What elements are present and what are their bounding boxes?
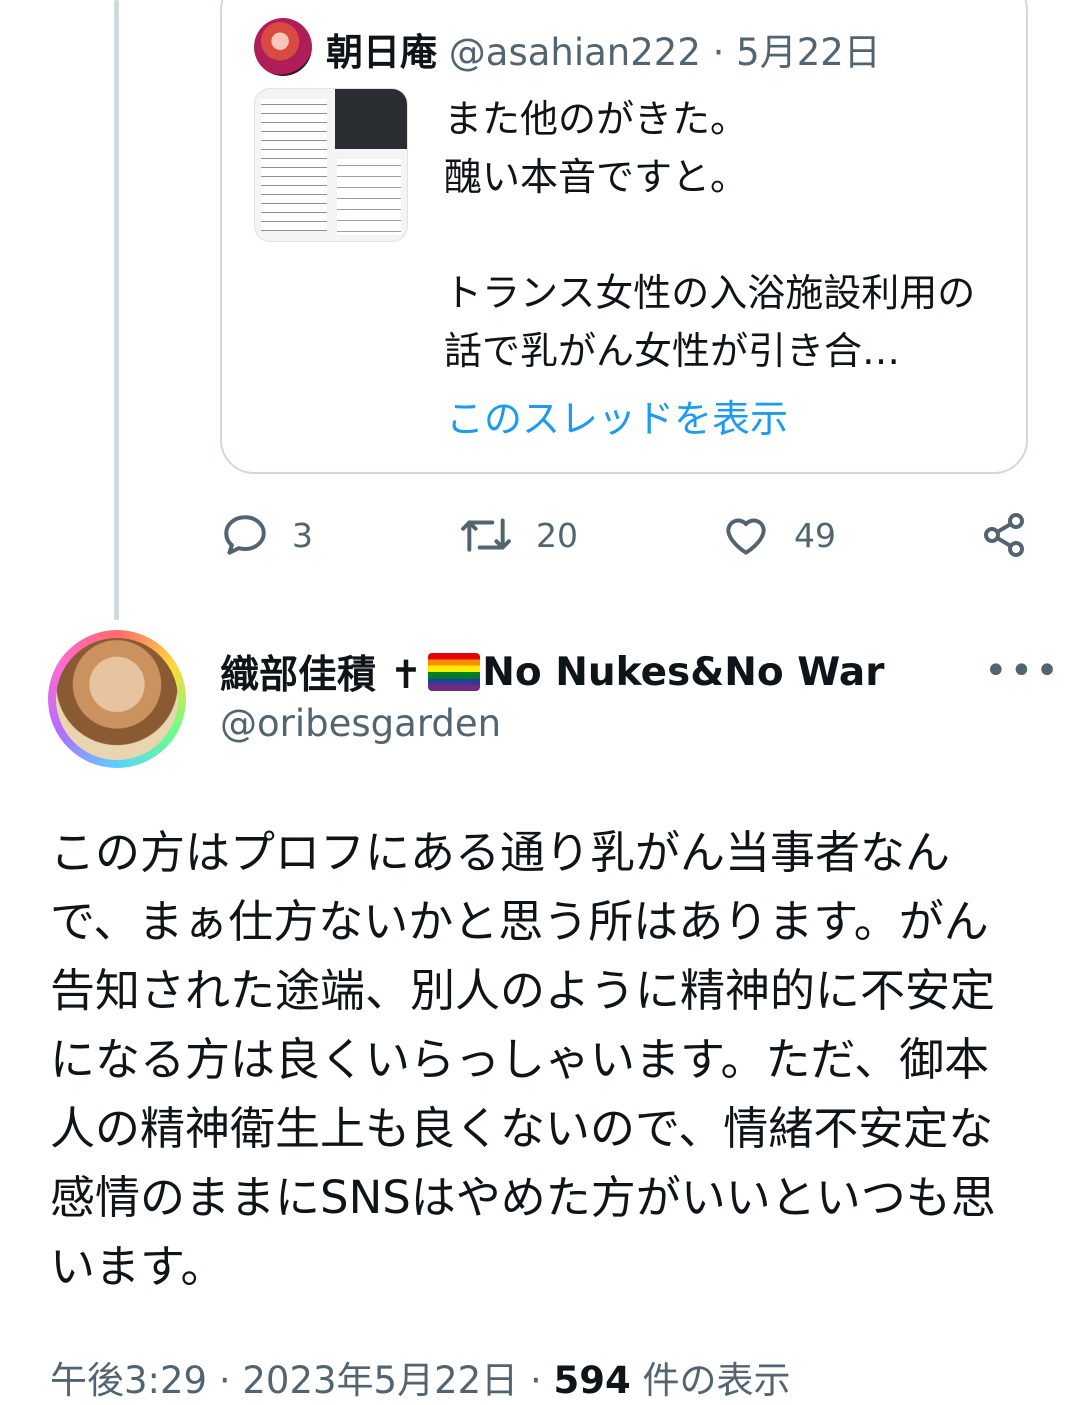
rainbow-flag-icon (428, 653, 481, 691)
author-display-name[interactable]: 織部佳積 ✝ No Nukes&No War (220, 644, 884, 700)
quoted-avatar[interactable] (254, 18, 312, 76)
share-icon (984, 513, 1024, 557)
view-count[interactable]: 594 (553, 1359, 630, 1402)
share-button[interactable] (980, 510, 1028, 560)
reply-icon (224, 515, 266, 555)
tweet-text: この方はプロフにある通り乳がん当事者なんで、まぁ仕方ないかと思う所はあります。が… (50, 826, 996, 1293)
quoted-header: 朝日庵 @asahian222 · 5月22日 (326, 22, 881, 76)
author-name-suffix: No Nukes&No War (482, 649, 885, 695)
like-icon (726, 518, 766, 555)
quoted-display-name[interactable]: 朝日庵 (326, 31, 437, 74)
quoted-image-thumbnail[interactable] (254, 88, 408, 242)
author-avatar[interactable] (48, 630, 186, 768)
quoted-tweet-text: また他のがきた。 醜い本音ですと。 トランス女性の入浴施設利用の話で乳がん女性が… (444, 97, 976, 373)
retweet-icon (461, 518, 511, 552)
thumbnail-dark-photo (335, 89, 407, 149)
author-handle[interactable]: @oribesgarden (220, 702, 501, 745)
tweet-meta: 午後3:29 · 2023年5月22日 · 594 件の表示 (50, 1350, 790, 1404)
tweet-time[interactable]: 午後3:29 (50, 1359, 207, 1402)
quoted-separator: · (712, 31, 725, 74)
reply-button[interactable]: 3 (220, 510, 313, 560)
quoted-handle[interactable]: @asahian222 (449, 31, 701, 74)
action-bar: 3 20 49 (0, 510, 1080, 570)
retweet-count: 20 (536, 515, 578, 555)
meta-separator: · (218, 1359, 231, 1402)
thumbnail-text-column-2 (337, 159, 401, 235)
avatar-portrait (56, 638, 178, 760)
like-button[interactable]: 49 (720, 510, 836, 560)
tweet-date[interactable]: 2023年5月22日 (242, 1359, 518, 1402)
retweet-button[interactable]: 20 (458, 510, 578, 560)
quoted-date[interactable]: 5月22日 (736, 31, 881, 74)
reply-count: 3 (292, 515, 313, 555)
view-label[interactable]: 件の表示 (642, 1359, 790, 1402)
more-icon[interactable]: ••• (984, 648, 1061, 694)
like-count: 49 (794, 515, 836, 555)
author-name: 織部佳積 ✝ (220, 653, 423, 698)
show-thread-link[interactable]: このスレッドを表示 (446, 388, 788, 443)
thumbnail-text-column (261, 99, 327, 231)
meta-separator-2: · (529, 1359, 542, 1402)
